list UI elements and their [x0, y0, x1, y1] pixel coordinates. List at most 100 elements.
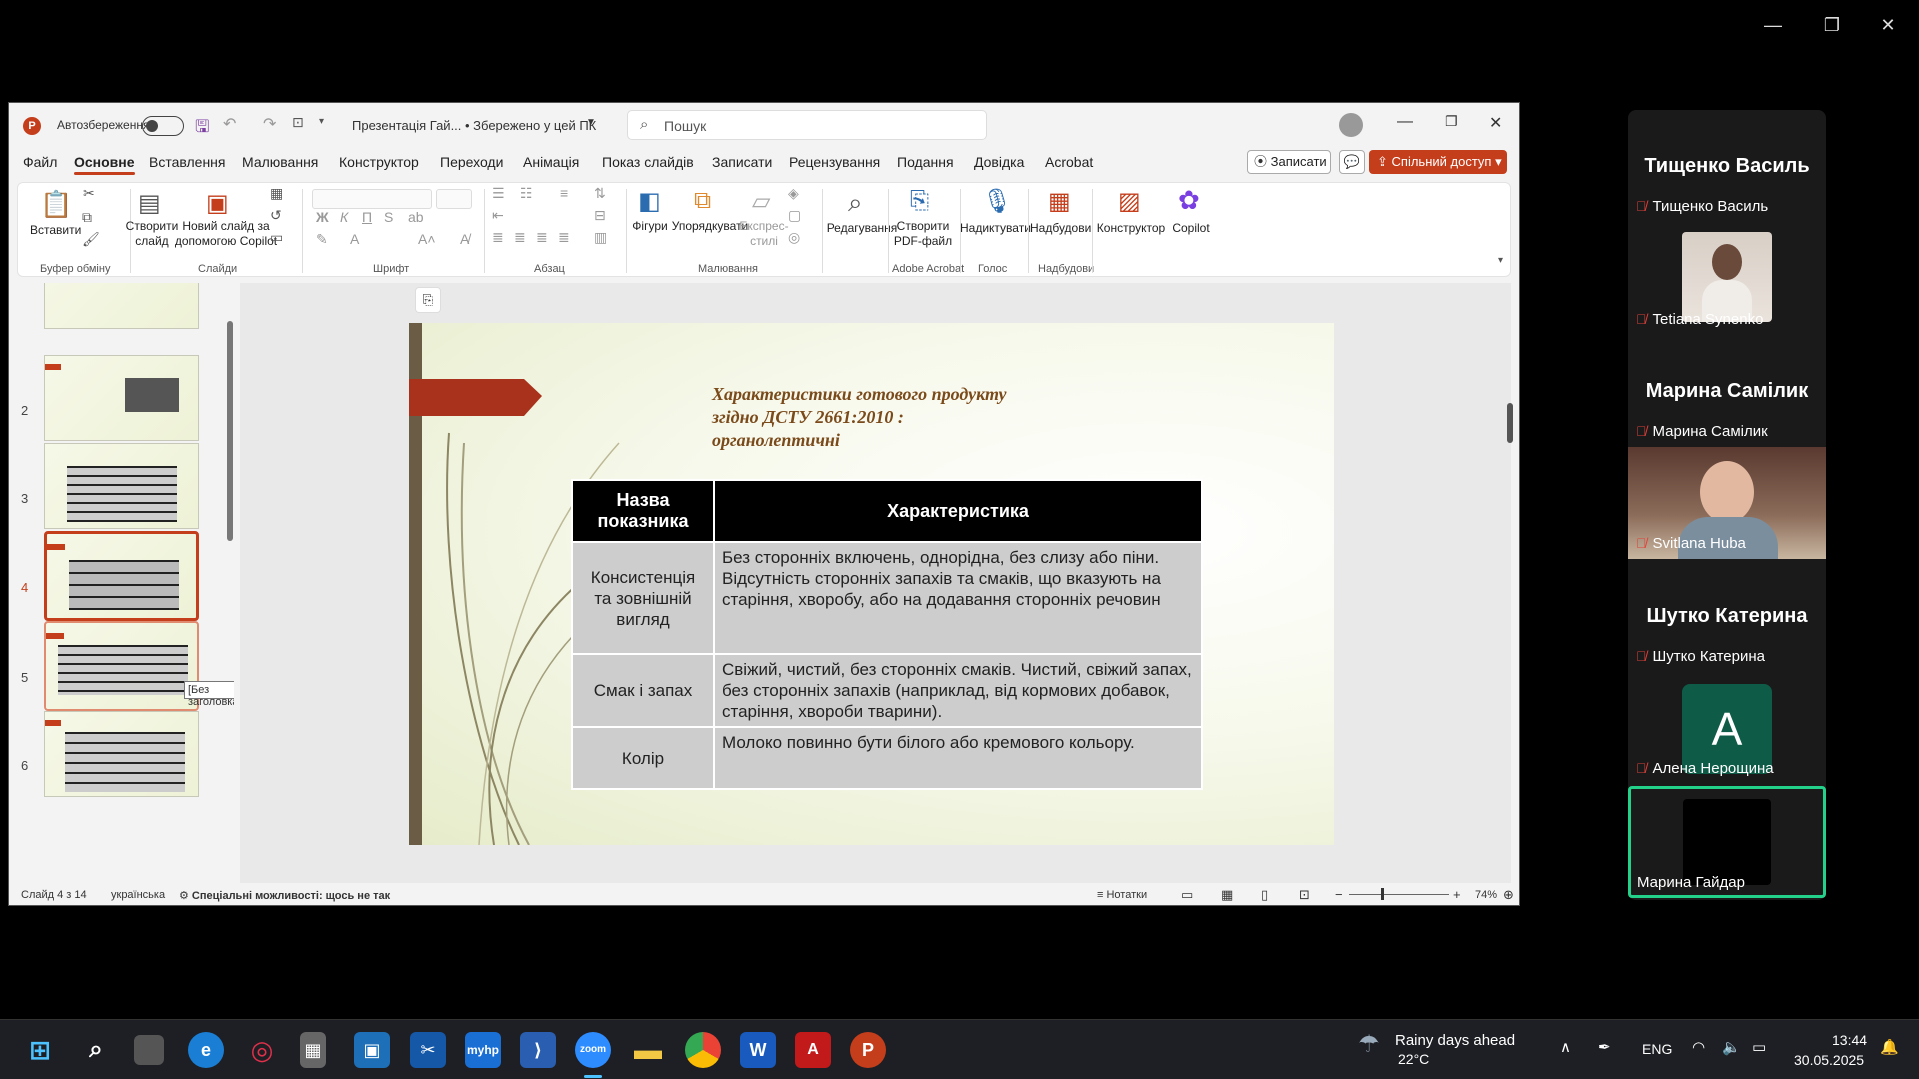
chevron-down-icon[interactable]: ▼ — [586, 117, 596, 128]
tab-slideshow[interactable]: Показ слайдів — [602, 154, 694, 170]
file-explorer-icon[interactable]: ▬ — [630, 1032, 666, 1068]
shapes-button[interactable]: Фігури — [628, 219, 672, 234]
tab-design[interactable]: Конструктор — [339, 154, 419, 170]
snip-icon[interactable]: ✂ — [410, 1032, 446, 1068]
shapes-icon[interactable]: ◧ — [638, 187, 661, 216]
slide-sorter-icon[interactable]: ▦ — [1221, 887, 1233, 903]
tab-review[interactable]: Рецензування — [789, 154, 880, 170]
slide-thumbnail-6[interactable] — [44, 711, 199, 797]
microphone-icon[interactable]: 🎙 — [982, 187, 1012, 216]
tab-transitions[interactable]: Переходи — [440, 154, 503, 170]
editing-search-icon[interactable]: ⌕ — [848, 187, 863, 219]
text-direction-icon[interactable]: ⇅ — [594, 185, 606, 202]
shape-outline-icon[interactable]: ▢ — [788, 207, 801, 224]
fit-to-window-icon[interactable]: ⊕ — [1503, 887, 1514, 903]
normal-view-icon[interactable]: ▭ — [1181, 887, 1193, 903]
align-center-icon[interactable]: ≣ — [514, 229, 526, 246]
increase-font-icon[interactable]: A˄ — [418, 231, 436, 247]
justify-icon[interactable]: ≣ — [558, 229, 570, 246]
present-icon[interactable]: ⊡ — [292, 114, 304, 131]
camera-app-icon[interactable]: ◎ — [244, 1032, 280, 1068]
bullets-icon[interactable]: ☰ — [492, 185, 505, 202]
tab-acrobat[interactable]: Acrobat — [1045, 154, 1093, 170]
dictate-button[interactable]: Надиктувати — [960, 221, 1031, 236]
font-color-icon[interactable]: A — [350, 231, 359, 247]
font-size-select[interactable] — [436, 189, 472, 209]
zoom-restore-button[interactable]: ❐ — [1804, 10, 1860, 40]
record-button[interactable]: ⦿ Записати — [1247, 150, 1331, 174]
slide-thumbnail-4[interactable] — [44, 531, 199, 621]
chevron-up-icon[interactable]: ∧ — [1560, 1038, 1571, 1056]
tab-view[interactable]: Подання — [897, 154, 954, 170]
copilot-slide-icon[interactable]: ▣ — [206, 189, 229, 218]
slide-title[interactable]: Характеристики готового продукту згідно … — [712, 383, 1092, 452]
copilot-new-slide-button[interactable]: Новий слайд за допомогою Copilot — [174, 219, 278, 249]
thumbnail-scrollbar[interactable] — [227, 321, 233, 541]
addins-button[interactable]: Надбудови — [1030, 221, 1091, 236]
clock-time[interactable]: 13:44 — [1832, 1032, 1867, 1048]
accessibility-status[interactable]: ⚙ Спеціальні можливості: щось не так — [179, 889, 390, 902]
windows-start-icon[interactable]: ⊞ — [22, 1032, 58, 1068]
volume-icon[interactable]: 🔈 — [1722, 1038, 1741, 1056]
tab-home[interactable]: Основне — [74, 154, 135, 175]
underline-icon[interactable]: П — [362, 209, 372, 225]
strikethrough2-icon[interactable]: ab — [408, 209, 424, 225]
tab-record[interactable]: Записати — [712, 154, 772, 170]
pen-icon[interactable]: ✒ — [1598, 1038, 1611, 1056]
tab-draw[interactable]: Малювання — [242, 154, 318, 170]
paste-icon[interactable]: 📋 — [40, 189, 72, 220]
align-left-icon[interactable]: ≣ — [492, 229, 504, 246]
store-icon[interactable]: ▣ — [354, 1032, 390, 1068]
customize-qat-icon[interactable]: ▾ — [319, 116, 324, 127]
align-right-icon[interactable]: ≣ — [536, 229, 548, 246]
myhp-icon[interactable]: myhp — [465, 1032, 501, 1068]
participant-video[interactable] — [1682, 232, 1772, 322]
shape-effects-icon[interactable]: ◎ — [788, 229, 800, 246]
slideshow-icon[interactable]: ⊡ — [1299, 887, 1310, 903]
collapse-ribbon-icon[interactable]: ▾ — [1498, 255, 1503, 266]
close-icon[interactable]: ✕ — [1489, 113, 1502, 133]
zoom-close-button[interactable]: ✕ — [1860, 10, 1916, 40]
active-speaker-tile[interactable]: Марина Гайдар — [1628, 786, 1826, 898]
task-view-icon[interactable] — [134, 1035, 164, 1065]
tab-animations[interactable]: Анімація — [523, 154, 579, 170]
zoom-icon[interactable]: zoom — [575, 1032, 611, 1078]
designer-ideas-icon[interactable]: ⎘ — [415, 287, 441, 313]
reset-icon[interactable]: ↺ — [270, 207, 282, 224]
slide-thumbnail-5[interactable] — [44, 621, 199, 711]
paste-button[interactable]: Вставити — [30, 223, 81, 238]
wifi-icon[interactable]: ◠ — [1692, 1038, 1705, 1056]
bold-icon[interactable]: Ж — [316, 209, 329, 225]
slide[interactable]: Характеристики готового продукту згідно … — [409, 323, 1334, 845]
italic-icon[interactable]: К — [340, 209, 348, 225]
language-indicator[interactable]: українська — [111, 889, 165, 901]
zoom-level[interactable]: 74% — [1475, 889, 1497, 901]
columns-icon[interactable]: ▥ — [594, 229, 607, 246]
minimize-icon[interactable]: — — [1397, 113, 1413, 131]
align-text-icon[interactable]: ⊟ — [594, 207, 606, 224]
reading-view-icon[interactable]: ▯ — [1261, 887, 1268, 903]
acrobat-icon[interactable]: A — [795, 1032, 831, 1068]
weather-title[interactable]: Rainy days ahead — [1395, 1032, 1515, 1049]
vscode-icon[interactable]: ⟩ — [520, 1032, 556, 1068]
notifications-icon[interactable]: 🔔 — [1880, 1038, 1899, 1056]
redo-icon[interactable]: ↷ — [263, 114, 276, 134]
quick-styles-icon[interactable]: ▱ — [752, 187, 770, 216]
new-slide-button[interactable]: Створити слайд — [124, 219, 180, 249]
undo-icon[interactable]: ↶ — [223, 114, 236, 134]
indent-icon[interactable]: ⇤ — [492, 207, 504, 224]
numbering-icon[interactable]: ☷ — [520, 185, 533, 202]
copilot-icon[interactable]: ✿ — [1178, 185, 1200, 216]
slide-thumbnail-2[interactable] — [44, 355, 199, 441]
line-spacing-icon[interactable]: ≡ — [560, 185, 568, 201]
slide-thumbnail-1[interactable] — [44, 283, 199, 329]
autosave-toggle[interactable] — [142, 116, 184, 136]
strikethrough-icon[interactable]: S — [384, 209, 393, 225]
battery-icon[interactable]: ▭ — [1752, 1038, 1766, 1056]
layout-icon[interactable]: ▦ — [270, 185, 283, 202]
section-icon[interactable]: ▭ — [270, 229, 283, 246]
zoom-out-icon[interactable]: − — [1335, 887, 1343, 902]
language-indicator[interactable]: ENG — [1642, 1041, 1672, 1057]
tab-insert[interactable]: Вставлення — [149, 154, 226, 170]
calculator-icon[interactable]: ▦ — [300, 1032, 326, 1068]
